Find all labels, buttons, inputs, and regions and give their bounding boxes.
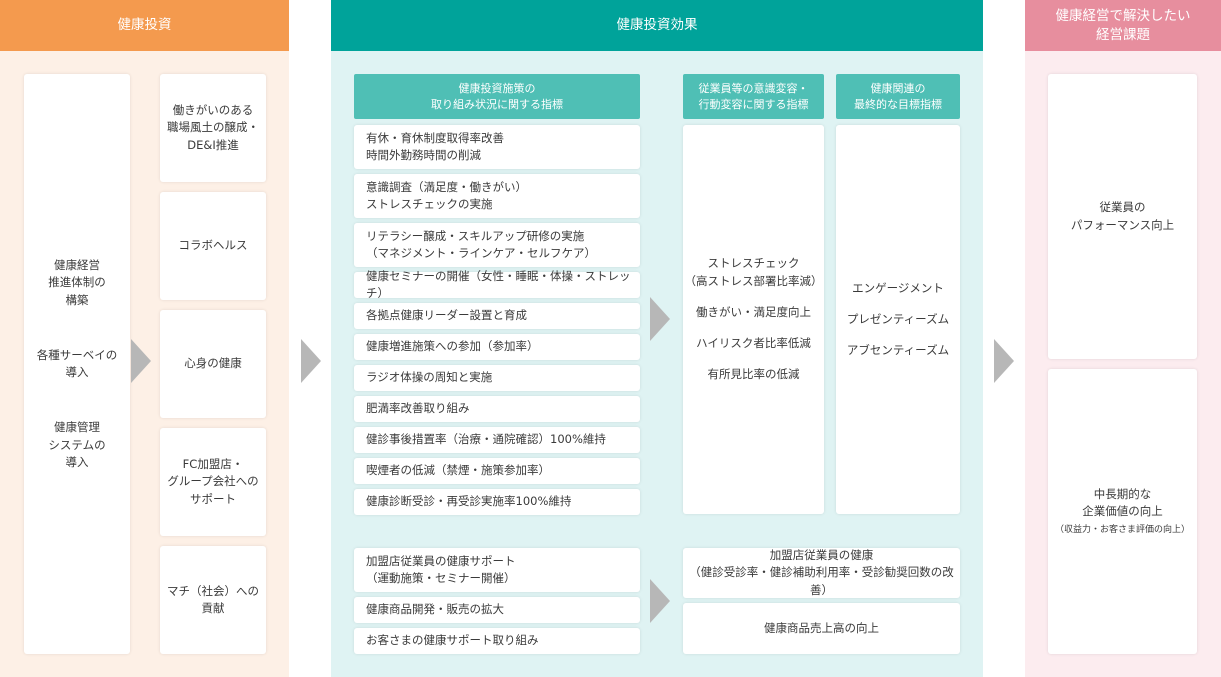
measure-item: 肥満率改善取り組み xyxy=(354,396,640,422)
measure-item: ラジオ体操の周知と実施 xyxy=(354,365,640,391)
pillar-card: マチ（社会）への 貢献 xyxy=(160,546,266,654)
franchise-outcome: 健康商品売上高の向上 xyxy=(683,603,960,654)
arrow-right-icon xyxy=(301,339,321,383)
foundation-card: 健康経営 推進体制の 構築 各種サーベイの 導入 健康管理 システムの 導入 xyxy=(24,74,130,654)
issues-header: 健康経営で解決したい 経営課題 xyxy=(1025,0,1221,51)
final-card: エンゲージメント プレゼンティーズム アブセンティーズム xyxy=(836,125,960,514)
measure-item: 健康セミナーの開催（女性・睡眠・体操・ストレッチ） xyxy=(354,269,640,300)
foundation-item: 健康管理 システムの 導入 xyxy=(48,420,106,469)
final-item: アブセンティーズム xyxy=(846,343,950,358)
behavior-card: ストレスチェック （高ストレス部署比率減） 働きがい・満足度向上 ハイリスク者比… xyxy=(683,125,824,514)
behavior-item: 働きがい・満足度向上 xyxy=(696,304,811,319)
measure-item: 健康診断受診・再受診実施率100%維持 xyxy=(354,489,640,515)
measure-item: 健康増進施策への参加（参加率） xyxy=(354,334,640,360)
franchise-measure: お客さまの健康サポート取り組み xyxy=(354,628,640,654)
franchise-outcome: 加盟店従業員の健康 （健診受診率・健診補助利用率・受診勧奨回数の改善） xyxy=(683,548,960,598)
foundation-item: 健康経営 推進体制の 構築 xyxy=(48,258,106,307)
issue-label: 中長期的な 企業価値の向上 xyxy=(1082,486,1163,519)
measure-item: 喫煙者の低減（禁煙・施策参加率） xyxy=(354,458,640,484)
arrow-right-icon xyxy=(131,339,151,383)
pillar-card: 心身の健康 xyxy=(160,310,266,418)
arrow-right-icon xyxy=(650,297,670,341)
foundation-item: 各種サーベイの 導入 xyxy=(36,347,118,379)
final-item: プレゼンティーズム xyxy=(846,311,950,326)
behavior-item: 有所見比率の低減 xyxy=(707,367,800,382)
measure-item: 意識調査（満足度・働きがい） ストレスチェックの実施 xyxy=(354,174,640,218)
pillar-card: 働きがいのある 職場風土の醸成・ DE&I推進 xyxy=(160,74,266,182)
issue-label: 従業員の パフォーマンス向上 xyxy=(1070,200,1175,232)
pillar-card: コラボヘルス xyxy=(160,192,266,300)
measure-item: リテラシー醸成・スキルアップ研修の実施 （マネジメント・ラインケア・セルフケア） xyxy=(354,223,640,267)
franchise-measure: 健康商品開発・販売の拡大 xyxy=(354,597,640,623)
pillar-card: FC加盟店・ グループ会社への サポート xyxy=(160,428,266,536)
behavior-header: 従業員等の意識変容・ 行動変容に関する指標 xyxy=(683,74,824,119)
arrow-right-icon xyxy=(650,579,670,623)
investment-header: 健康投資 xyxy=(0,0,289,51)
arrow-right-icon xyxy=(994,339,1014,383)
franchise-measure: 加盟店従業員の健康サポート （運動施策・セミナー開催） xyxy=(354,548,640,592)
issue-note: （収益力・お客さま評価の向上） xyxy=(1054,525,1190,536)
measure-item: 有休・育休制度取得率改善 時間外勤務時間の削減 xyxy=(354,125,640,169)
issue-card: 中長期的な 企業価値の向上 （収益力・お客さま評価の向上） xyxy=(1048,369,1197,654)
effects-header: 健康投資効果 xyxy=(331,0,983,51)
final-item: エンゲージメント xyxy=(852,280,944,295)
final-header: 健康関連の 最終的な目標指標 xyxy=(836,74,960,119)
measure-item: 健診事後措置率（治療・通院確認）100%維持 xyxy=(354,427,640,453)
issue-card: 従業員の パフォーマンス向上 xyxy=(1048,74,1197,359)
measures-header: 健康投資施策の 取り組み状況に関する指標 xyxy=(354,74,640,119)
measure-item: 各拠点健康リーダー設置と育成 xyxy=(354,303,640,329)
behavior-item: ハイリスク者比率低減 xyxy=(696,336,811,351)
behavior-item: ストレスチェック （高ストレス部署比率減） xyxy=(684,256,823,288)
